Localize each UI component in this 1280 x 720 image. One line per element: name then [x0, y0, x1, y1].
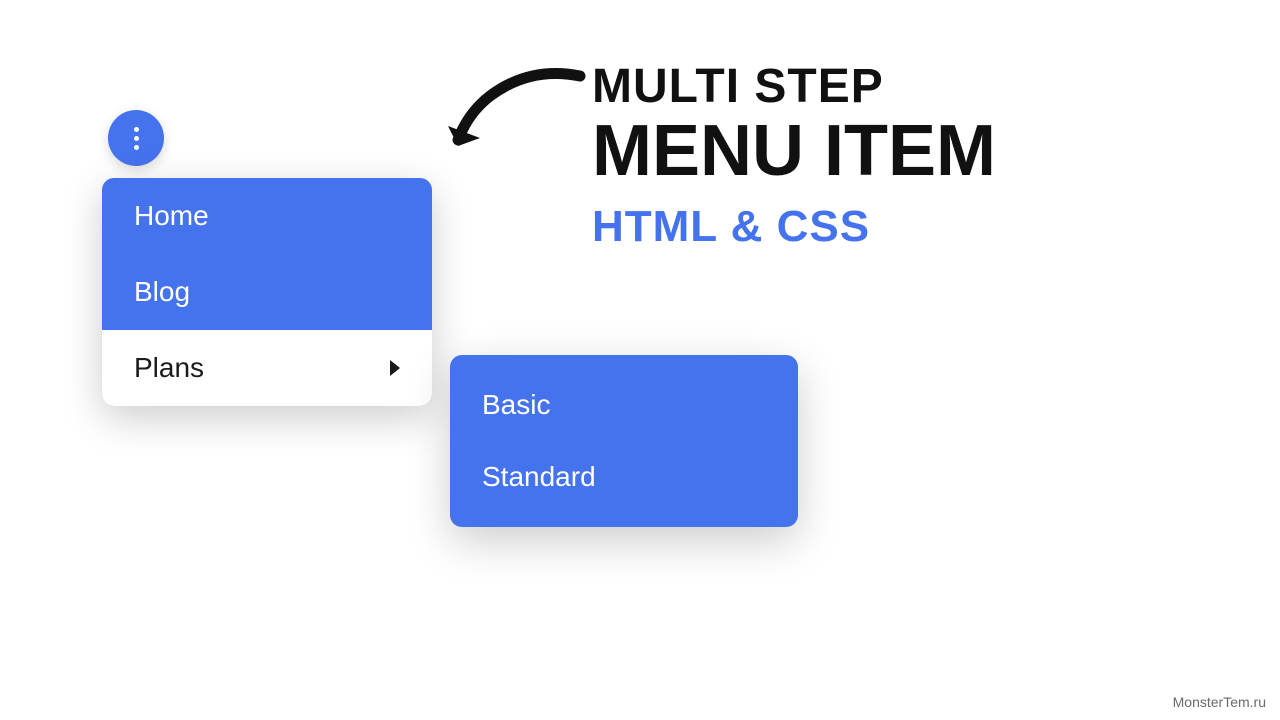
heading-line2: MENU ITEM: [592, 114, 996, 190]
heading-line3: HTML & CSS: [592, 202, 996, 252]
watermark-text: MonsterTem.ru: [1173, 694, 1266, 710]
menu-item-label: Plans: [134, 352, 204, 384]
menu-item-plans[interactable]: Plans: [102, 330, 432, 406]
heading-line1: MULTI STEP: [592, 62, 996, 112]
chevron-right-icon: [390, 360, 400, 376]
menu-trigger-button[interactable]: [108, 110, 164, 166]
heading-block: MULTI STEP MENU ITEM HTML & CSS: [592, 62, 996, 252]
vertical-dots-icon: [134, 127, 139, 150]
submenu-plans: Basic Standard: [450, 355, 798, 527]
submenu-item-standard[interactable]: Standard: [450, 441, 798, 513]
menu-item-label: Home: [134, 200, 209, 232]
menu-item-label: Blog: [134, 276, 190, 308]
arrow-icon: [440, 58, 590, 168]
main-menu: Home Blog Plans: [102, 178, 432, 406]
menu-item-home[interactable]: Home: [102, 178, 432, 254]
submenu-item-basic[interactable]: Basic: [450, 369, 798, 441]
submenu-item-label: Basic: [482, 389, 550, 420]
submenu-item-label: Standard: [482, 461, 596, 492]
menu-item-blog[interactable]: Blog: [102, 254, 432, 330]
